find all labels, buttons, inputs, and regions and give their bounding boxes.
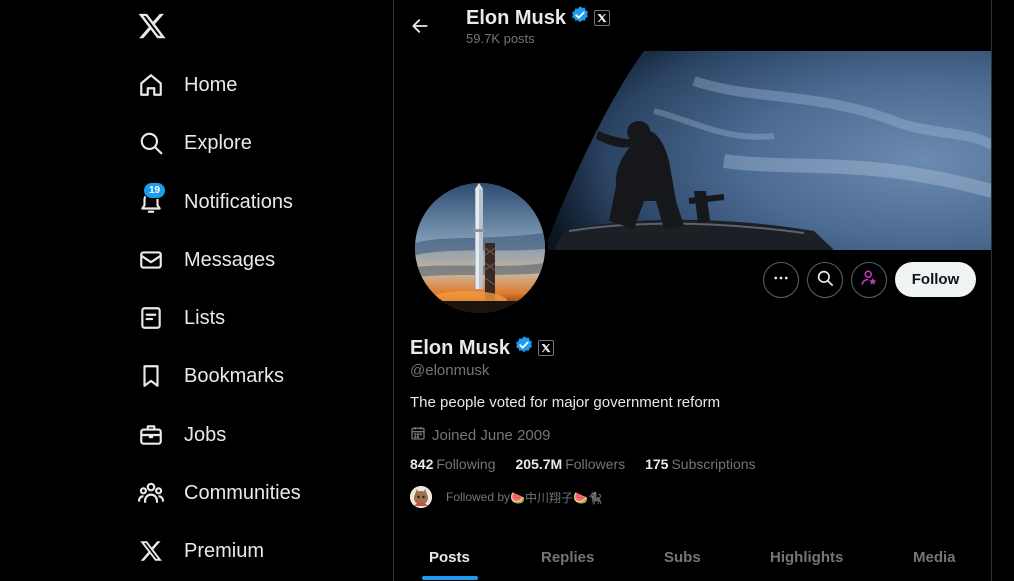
profile-tabs: Posts Replies Subs Highlights Media: [394, 533, 991, 581]
notification-badge: 19: [143, 182, 167, 199]
home-icon: [137, 71, 165, 99]
subscriptions-link[interactable]: 175 Subscriptions: [645, 456, 755, 472]
nav-label: Explore: [184, 131, 252, 154]
calendar-icon: [410, 425, 426, 445]
profile-name: Elon Musk: [410, 336, 511, 359]
follower-avatar: [410, 486, 432, 508]
header-name: Elon Musk: [466, 6, 567, 29]
nav-label: Messages: [184, 248, 276, 271]
nav-item-jobs[interactable]: Jobs: [137, 415, 226, 455]
tab-highlights[interactable]: Highlights: [770, 533, 843, 581]
following-count: 842: [410, 456, 434, 472]
nav-item-lists[interactable]: Lists: [137, 298, 225, 338]
bell-icon: 19: [137, 182, 167, 216]
search-profile-button[interactable]: [807, 262, 843, 298]
nav-label: Lists: [184, 306, 226, 329]
followed-by-prefix: Followed by: [446, 490, 511, 504]
nav-label: Notifications: [184, 190, 293, 213]
nav-item-notifications[interactable]: 19 Notifications: [137, 182, 293, 222]
people-icon: [137, 479, 165, 507]
followers-label: Followers: [565, 456, 626, 472]
profile-column: Elon Musk 59.7K posts Follow Elon Musk @…: [394, 0, 991, 581]
nav-label: Bookmarks: [184, 364, 285, 387]
tab-replies[interactable]: Replies: [541, 533, 594, 581]
subscribe-person-star-icon: [860, 269, 878, 292]
bookmark-icon: [137, 362, 165, 390]
profile-stats: 842 Following 205.7M Followers 175 Subscrip…: [410, 456, 756, 472]
verified-badge-icon: [570, 5, 590, 31]
profile-bio: The people voted for major government re…: [410, 394, 721, 411]
nav-label: Communities: [184, 481, 301, 504]
profile-name-row: Elon Musk: [410, 335, 555, 361]
followers-count: 205.7M: [515, 456, 563, 472]
header-post-count: 59.7K posts: [466, 31, 535, 46]
x-logo-icon: [137, 537, 165, 565]
tab-posts[interactable]: Posts: [429, 533, 470, 581]
tab-media[interactable]: Media: [913, 533, 956, 581]
verified-badge-icon[interactable]: [514, 335, 534, 361]
search-icon: [137, 129, 165, 157]
nav-item-messages[interactable]: Messages: [137, 240, 275, 280]
profile-avatar[interactable]: [412, 180, 548, 316]
nav-item-premium[interactable]: Premium: [137, 531, 264, 571]
following-label: Following: [436, 456, 496, 472]
briefcase-icon: [137, 421, 165, 449]
affiliate-x-badge-icon[interactable]: [538, 340, 555, 356]
followed-by-name: 🍉中川翔子🍉🐈‍⬛: [510, 490, 603, 505]
tab-subs[interactable]: Subs: [664, 533, 701, 581]
nav-item-explore[interactable]: Explore: [137, 123, 252, 163]
subscribe-button[interactable]: [851, 262, 887, 298]
subscriptions-count: 175: [645, 456, 669, 472]
active-tab-indicator: [422, 576, 478, 580]
nav-item-bookmarks[interactable]: Bookmarks: [137, 356, 284, 396]
followed-by-row[interactable]: Followed by 🍉中川翔子🍉🐈‍⬛: [410, 486, 603, 508]
follow-button[interactable]: Follow: [895, 262, 976, 297]
following-link[interactable]: 842 Following: [410, 456, 496, 472]
list-icon: [137, 304, 165, 332]
nav-item-communities[interactable]: Communities: [137, 473, 301, 513]
search-icon: [816, 269, 834, 292]
more-icon: [772, 269, 790, 292]
sidebar: Home Explore 19 Notifications Messages L…: [0, 0, 393, 581]
nav-label: Home: [184, 73, 238, 96]
header-title: Elon Musk: [466, 5, 611, 31]
x-logo-icon[interactable]: [137, 11, 167, 41]
nav-label: Premium: [184, 539, 265, 562]
nav-item-home[interactable]: Home: [137, 65, 237, 105]
joined-text: Joined June 2009: [432, 426, 551, 444]
back-arrow-icon[interactable]: [406, 12, 434, 40]
affiliate-x-badge-icon: [594, 10, 611, 26]
profile-handle: @elonmusk: [410, 362, 490, 379]
divider: [991, 0, 992, 581]
envelope-icon: [137, 246, 165, 274]
subscriptions-label: Subscriptions: [671, 456, 756, 472]
nav-label: Jobs: [184, 423, 227, 446]
joined-date: Joined June 2009: [410, 425, 550, 445]
more-options-button[interactable]: [763, 262, 799, 298]
followers-link[interactable]: 205.7M Followers: [516, 456, 626, 472]
